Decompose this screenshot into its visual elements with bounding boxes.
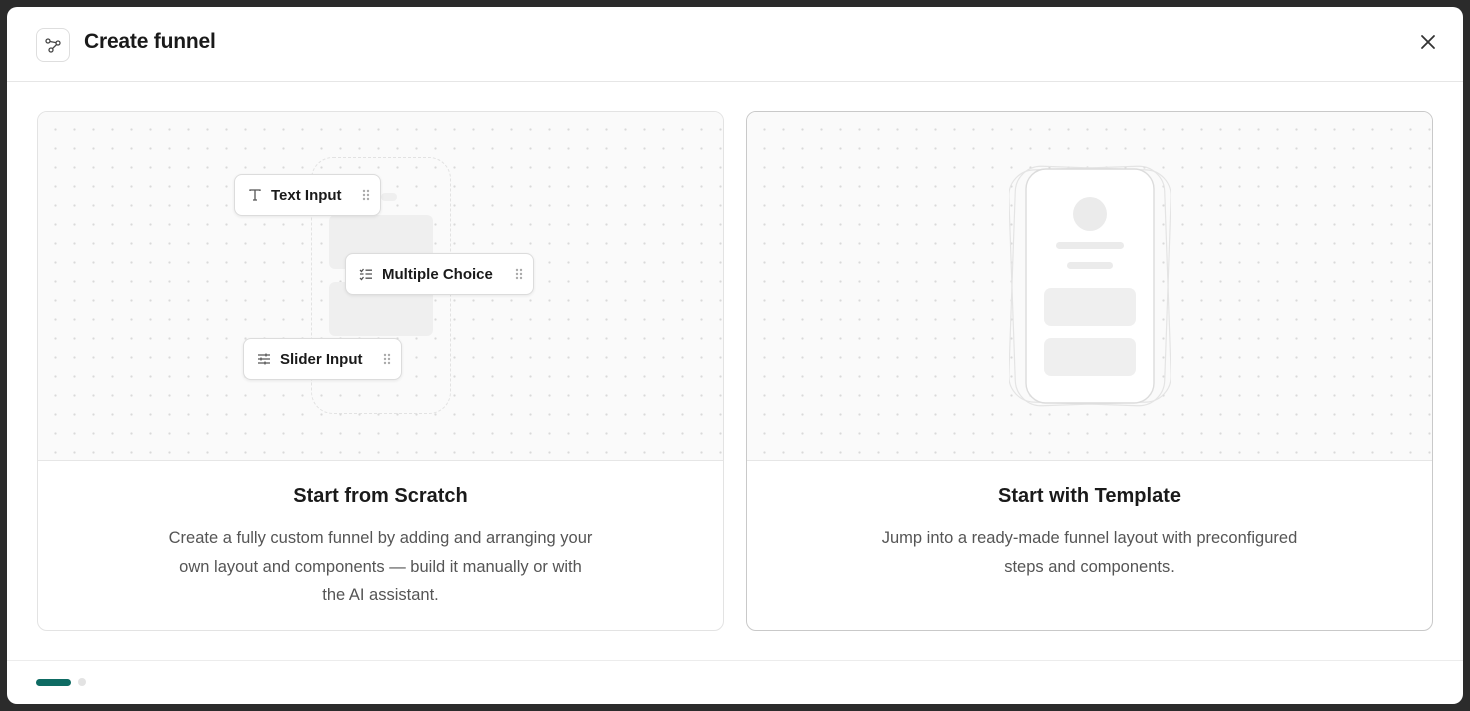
- placeholder-bar: [381, 193, 397, 201]
- drag-handle-icon: [515, 268, 523, 280]
- close-button[interactable]: [1415, 29, 1441, 55]
- chip-text-input: Text Input: [234, 174, 381, 216]
- template-phone-icon: [1009, 165, 1171, 407]
- card-description: Create a fully custom funnel by adding a…: [168, 529, 593, 604]
- page-dot[interactable]: [78, 678, 86, 686]
- start-from-scratch-card[interactable]: Text Input Multiple Choice Slider Input …: [37, 111, 724, 631]
- chip-multiple-choice: Multiple Choice: [345, 253, 534, 295]
- drag-handle-icon: [362, 189, 370, 201]
- start-with-template-card[interactable]: Start with Template Jump into a ready-ma…: [746, 111, 1433, 631]
- card-title: Start with Template: [998, 485, 1181, 507]
- create-funnel-modal: Create funnel Text Input Multiple Choice…: [7, 7, 1463, 704]
- close-icon: [1421, 35, 1435, 49]
- footer-divider: [7, 660, 1463, 661]
- card-description: Jump into a ready-made funnel layout wit…: [881, 529, 1298, 576]
- scratch-illustration: Text Input Multiple Choice Slider Input: [38, 112, 723, 461]
- drag-handle-icon: [383, 353, 391, 365]
- chip-slider-input: Slider Input: [243, 338, 402, 380]
- sliders-icon: [256, 351, 272, 367]
- card-title: Start from Scratch: [293, 485, 468, 507]
- funnel-nodes-icon: [36, 28, 70, 62]
- template-illustration: [747, 112, 1432, 461]
- modal-title: Create funnel: [84, 30, 216, 53]
- checklist-icon: [358, 266, 374, 282]
- pagination-dots: [36, 678, 86, 686]
- page-dot-active[interactable]: [36, 678, 71, 686]
- text-icon: [247, 187, 263, 203]
- modal-header: Create funnel: [7, 7, 1463, 82]
